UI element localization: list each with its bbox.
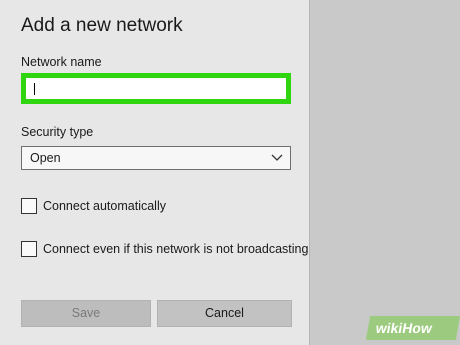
connect-automatically-checkbox[interactable]: [21, 198, 37, 214]
chevron-down-icon: [271, 154, 283, 161]
security-type-dropdown[interactable]: Open: [21, 146, 291, 170]
security-type-label: Security type: [21, 125, 94, 139]
add-network-dialog: Add a new network Network name Security …: [0, 0, 310, 345]
connect-not-broadcasting-label: Connect even if this network is not broa…: [43, 242, 309, 256]
dialog-title: Add a new network: [21, 15, 183, 36]
connect-automatically-label: Connect automatically: [43, 199, 166, 213]
network-name-input[interactable]: [21, 73, 291, 104]
wikihow-watermark: wikiHow: [365, 316, 460, 340]
security-type-value: Open: [30, 151, 61, 165]
save-button[interactable]: Save: [21, 300, 151, 327]
network-name-label: Network name: [21, 55, 102, 69]
connect-not-broadcasting-checkbox[interactable]: [21, 241, 37, 257]
cancel-button[interactable]: Cancel: [157, 300, 292, 327]
